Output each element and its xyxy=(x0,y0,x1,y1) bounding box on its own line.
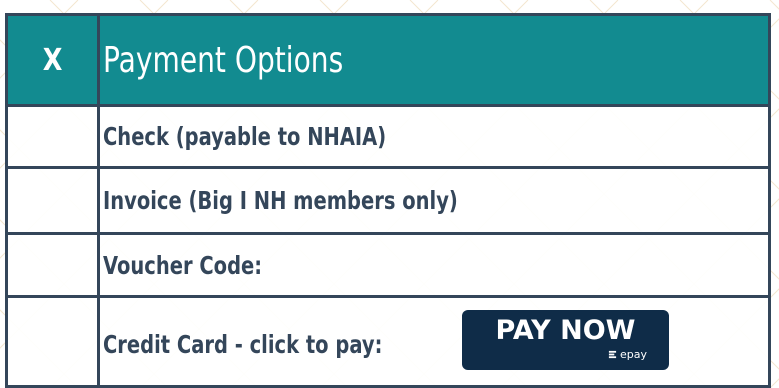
pay-now-button[interactable]: PAY NOW epay xyxy=(462,310,669,370)
table-header-row: X Payment Options xyxy=(8,16,768,107)
pay-now-label: PAY NOW xyxy=(495,315,636,346)
page-title: Payment Options xyxy=(103,39,344,81)
option-row-credit-card: Credit Card - click to pay: PAY NOW epay xyxy=(8,298,768,385)
pattern-line xyxy=(769,378,779,388)
option-label-invoice: Invoice (Big I NH members only) xyxy=(103,186,458,215)
option-check-cell[interactable] xyxy=(8,235,100,295)
option-label-cell: Check (payable to NHAIA) xyxy=(100,107,768,166)
option-row-check: Check (payable to NHAIA) xyxy=(8,107,768,169)
pattern-line xyxy=(769,0,779,10)
option-label-cell: Invoice (Big I NH members only) xyxy=(100,169,768,232)
epay-logo-icon xyxy=(608,350,617,359)
option-row-invoice: Invoice (Big I NH members only) xyxy=(8,169,768,235)
epay-brand-text: epay xyxy=(619,348,647,361)
payment-options-table: X Payment Options Check (payable to NHAI… xyxy=(5,13,771,388)
epay-brand: epay xyxy=(608,348,647,361)
header-title-cell: Payment Options xyxy=(100,16,768,104)
header-x-cell: X xyxy=(8,16,100,104)
option-label-voucher: Voucher Code: xyxy=(103,250,263,280)
option-check-cell[interactable] xyxy=(8,107,100,166)
option-label-credit-card: Credit Card - click to pay: xyxy=(103,330,383,359)
option-label-check: Check (payable to NHAIA) xyxy=(103,122,387,151)
option-label-cell: Voucher Code: xyxy=(100,235,768,295)
option-check-cell[interactable] xyxy=(8,298,100,385)
option-row-voucher: Voucher Code: xyxy=(8,235,768,298)
option-check-cell[interactable] xyxy=(8,169,100,232)
x-mark: X xyxy=(42,42,63,78)
option-label-cell: Credit Card - click to pay: PAY NOW epay xyxy=(100,298,768,385)
